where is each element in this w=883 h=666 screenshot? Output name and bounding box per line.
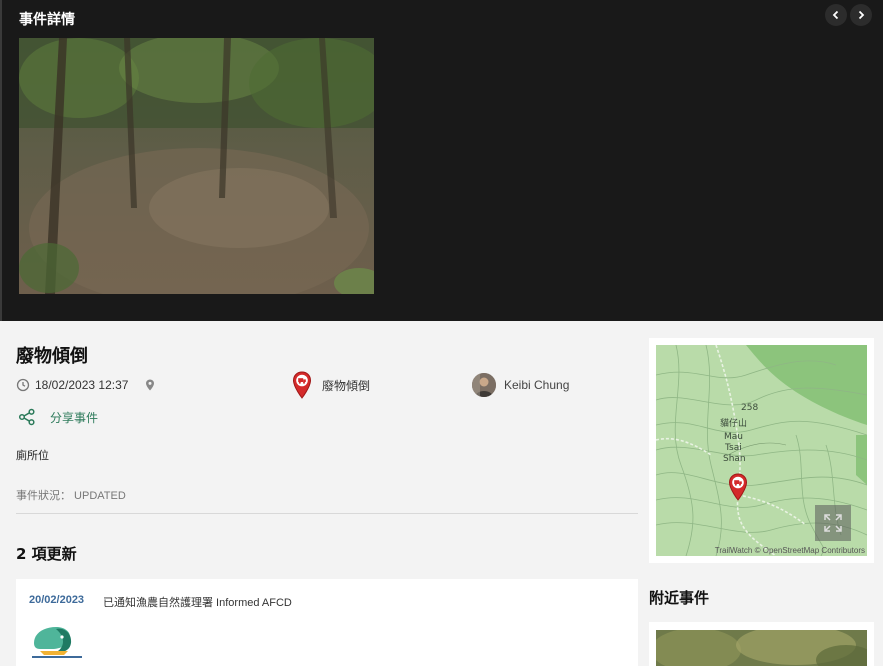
map-event-marker[interactable] bbox=[728, 473, 748, 501]
dumping-marker-icon bbox=[292, 371, 312, 399]
event-category: 廢物傾倒 bbox=[292, 371, 371, 399]
event-status: 事件狀況： UPDATED bbox=[16, 490, 126, 502]
chevron-left-icon bbox=[832, 10, 839, 20]
chevron-right-icon bbox=[858, 10, 865, 20]
update-text: 已通知漁農自然護理署 Informed AFCD bbox=[103, 597, 292, 609]
fullscreen-map-button[interactable] bbox=[815, 505, 851, 541]
location-pin-icon bbox=[143, 378, 157, 392]
event-title: 廢物傾倒 bbox=[16, 346, 88, 367]
updates-heading: 2 項更新 bbox=[16, 545, 77, 563]
reporter-name: Keibi Chung bbox=[504, 378, 570, 392]
share-label: 分享事件 bbox=[50, 410, 99, 425]
event-reporter[interactable]: Keibi Chung bbox=[472, 373, 569, 397]
map-place-name-en-1: Mau bbox=[724, 432, 743, 442]
map-attribution: TrailWatch © OpenStreetMap Contributors bbox=[714, 546, 865, 555]
event-details: 廢物傾倒 18/02/2023 12:37 廢物傾倒 Keibi Chung 分… bbox=[0, 321, 640, 666]
nearby-event-card[interactable] bbox=[649, 622, 874, 666]
location-pin[interactable] bbox=[143, 373, 157, 397]
photo-gallery: 事件詳情 bbox=[0, 0, 883, 321]
map-place-name-zh: 貓仔山 bbox=[720, 419, 748, 429]
divider bbox=[16, 513, 638, 514]
event-map[interactable]: 258 貓仔山 Mau Tsai Shan TrailWatch © OpenS… bbox=[656, 345, 867, 556]
afcd-logo bbox=[30, 623, 84, 661]
gallery-title: 事件詳情 bbox=[19, 12, 75, 28]
map-card: 258 貓仔山 Mau Tsai Shan TrailWatch © OpenS… bbox=[649, 338, 874, 563]
map-place-name-en-2: Tsai bbox=[725, 443, 742, 453]
event-datetime: 18/02/2023 12:37 bbox=[16, 373, 128, 397]
avatar bbox=[472, 373, 496, 397]
map-elevation-label: 258 bbox=[741, 403, 759, 413]
next-photo-button[interactable] bbox=[850, 4, 872, 26]
nearby-events-heading: 附近事件 bbox=[649, 589, 710, 607]
location-description: 廁所位 bbox=[16, 450, 49, 462]
map-place-name-en-3: Shan bbox=[723, 454, 746, 464]
share-event-button[interactable]: 分享事件 bbox=[18, 408, 98, 426]
clock-icon bbox=[16, 378, 30, 392]
update-date: 20/02/2023 bbox=[29, 594, 85, 606]
category-text: 廢物傾倒 bbox=[322, 378, 371, 393]
share-icon bbox=[18, 408, 36, 426]
datetime-text: 18/02/2023 12:37 bbox=[35, 378, 129, 392]
expand-icon bbox=[824, 514, 842, 532]
event-photo[interactable] bbox=[19, 38, 374, 294]
update-item: 20/02/2023 已通知漁農自然護理署 Informed AFCD bbox=[16, 579, 638, 666]
nearby-event-thumbnail bbox=[656, 630, 867, 666]
prev-photo-button[interactable] bbox=[825, 4, 847, 26]
